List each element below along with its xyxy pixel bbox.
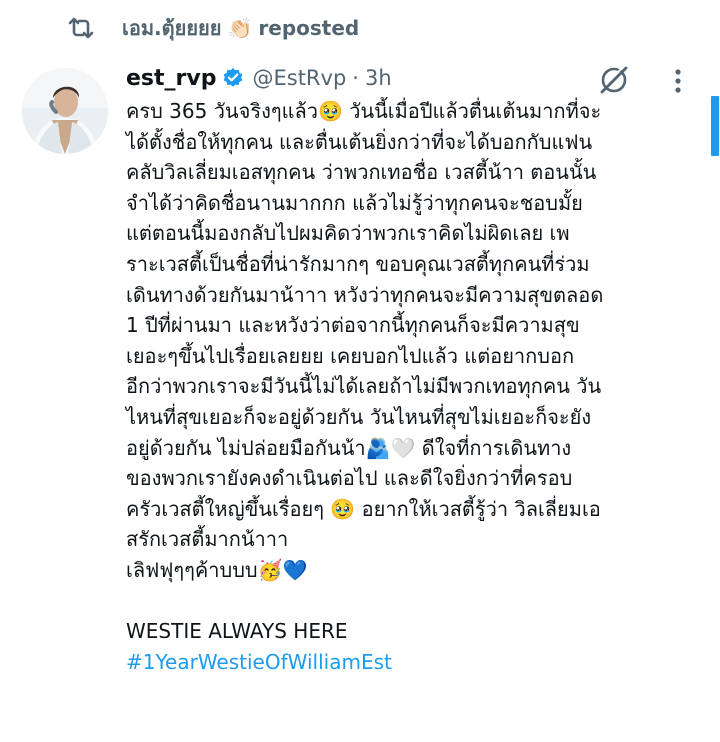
repost-header[interactable]: เอม.ตุ้ยยยย 👏🏻 reposted <box>66 12 359 44</box>
author-handle[interactable]: @EstRvp <box>252 66 346 90</box>
post-line: 1 ปีที่ผ่านมา และหวังว่าต่อจากนี้ทุกคนก็… <box>126 313 580 338</box>
more-vertical-icon[interactable] <box>670 66 686 96</box>
repost-user-name[interactable]: เอม.ตุ้ยยยย <box>122 12 222 44</box>
author-name[interactable]: est_rvp <box>126 66 216 91</box>
repost-label: reposted <box>258 16 360 40</box>
post-line: เลิฟฟุๆๆค้าบบบ🥳💙 <box>126 557 308 582</box>
post-line: อยู่ด้วยกัน ไม่ปล่อยมือกันน้า🫂🤍 ดีใจที่ก… <box>126 435 572 460</box>
post-line: ได้ตั้งชื่อให้ทุกคน และตื่นเต้นยิ่งกว่าท… <box>126 129 593 154</box>
avatar-photo <box>22 68 108 154</box>
post-timestamp[interactable]: 3h <box>365 66 392 90</box>
verified-badge-icon[interactable] <box>222 67 244 89</box>
grok-icon[interactable] <box>597 63 631 97</box>
post-line: ครัวเวสตี้ใหญ่ขึ้นเรื่อยๆ 🥹 อยากให้เวสตี… <box>126 496 601 521</box>
post-line: เยอะๆขึ้นไปเรื่อยเลยยย เคยบอกไปแล้ว แต่อ… <box>126 343 575 368</box>
post-line: ไหนที่สุขเยอะก็จะอยู่ด้วยกัน วันไหนที่สุ… <box>126 404 592 429</box>
post-line: จำได้ว่าคิดชื่อนานมากกก แล้วไม่รู้ว่าทุก… <box>126 190 583 215</box>
dot-separator: · <box>352 66 359 90</box>
clapping-hands-emoji: 👏🏻 <box>227 16 253 40</box>
post-line: อีกว่าพวกเราจะมีวันนี้ไม่ได้เลยถ้าไม่มีพ… <box>126 374 602 399</box>
repost-icon <box>66 13 96 43</box>
post-closing-line: WESTIE ALWAYS HERE <box>126 619 348 644</box>
post-line: แต่ตอนนี้มองกลับไปผมคิดว่าพวกเราคิดไม่ผิ… <box>126 221 570 246</box>
scrollbar-thumb[interactable] <box>711 96 719 156</box>
post-line: เดินทางด้วยกันมาน้าาา หวังว่าทุกคนจะมีคว… <box>126 282 604 307</box>
post-line: คลับวิลเลี่ยมเอสทุกคน ว่าพวกเทอชื่อ เวสต… <box>126 160 597 185</box>
post-line: สรักเวสตี้มากน้าาา <box>126 527 289 552</box>
author-header: est_rvp @EstRvp · 3h <box>126 58 392 98</box>
post-line: ของพวกเรายังคงดำเนินต่อไป และดีใจยิ่งกว่… <box>126 466 573 491</box>
hashtag-link[interactable]: #1YearWestieOfWilliamEst <box>126 647 706 678</box>
post-line: ราะเวสตี้เป็นชื่อที่น่ารักมากๆ ขอบคุณเวส… <box>126 251 590 276</box>
repost-label-group: เอม.ตุ้ยยยย 👏🏻 reposted <box>122 12 359 44</box>
post-line: ครบ 365 วันจริงๆแล้ว🥹 วันนี้เมื่อปีแล้วต… <box>126 99 602 123</box>
avatar[interactable] <box>22 68 108 154</box>
post-body: ครบ 365 วันจริงๆแล้ว🥹 วันนี้เมื่อปีแล้วต… <box>126 96 706 677</box>
